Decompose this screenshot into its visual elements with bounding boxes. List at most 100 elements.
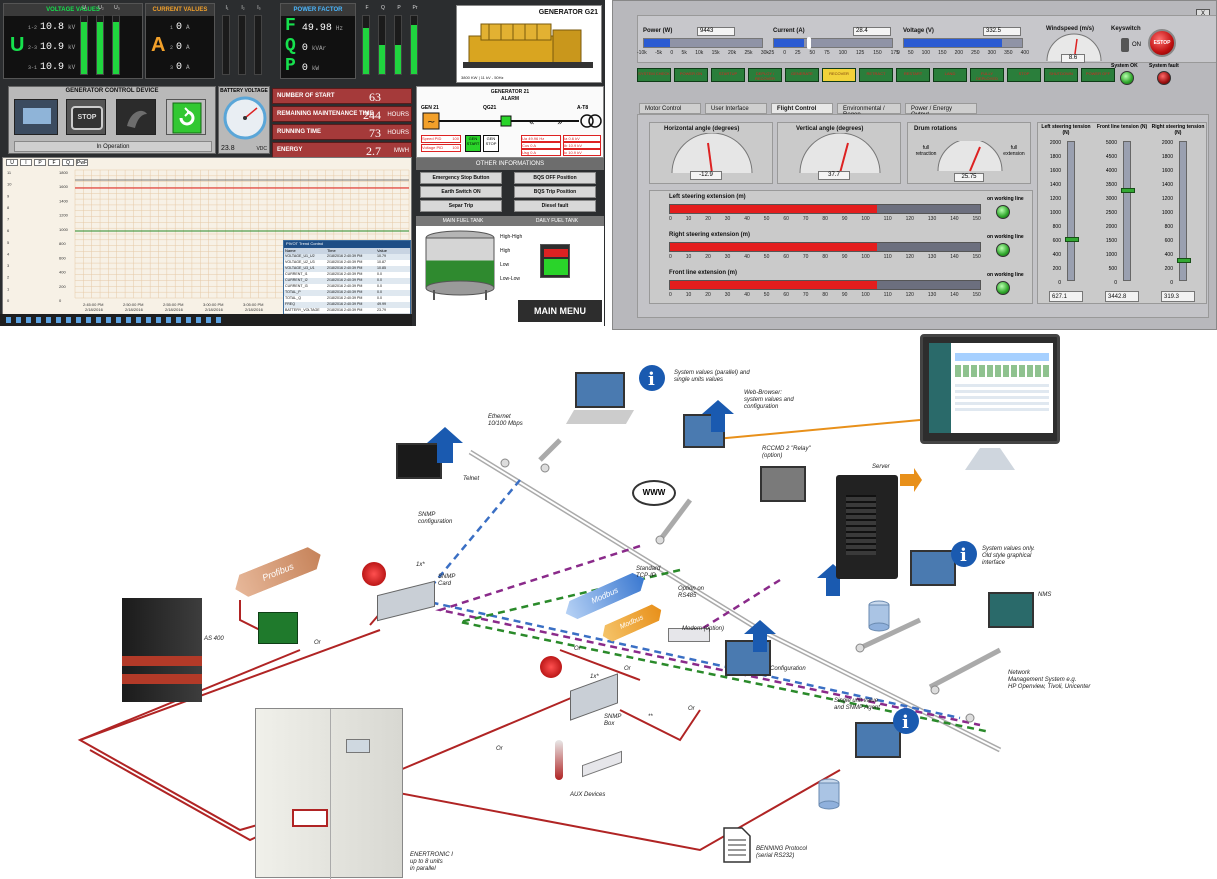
row-unit: A xyxy=(186,44,190,51)
tab[interactable]: User Interface xyxy=(705,103,767,114)
laptop-rccmd[interactable] xyxy=(760,466,806,502)
tension-tick: 4000 xyxy=(1105,168,1117,174)
gen-start-button[interactable]: GEN START xyxy=(465,135,481,152)
level-bar xyxy=(80,15,88,75)
info-label: NUMBER OF START xyxy=(277,93,335,99)
tension-tick: 400 xyxy=(1052,252,1061,258)
tension-slider-thumb[interactable] xyxy=(1065,236,1079,242)
tension-tick: 1500 xyxy=(1105,238,1117,244)
state-button[interactable]: SHUTDOWN xyxy=(1044,68,1078,82)
laptop-system-values[interactable] xyxy=(575,372,625,408)
state-button[interactable]: RESTART xyxy=(896,68,930,82)
value-row: 30A xyxy=(170,62,190,73)
status-indicator-button[interactable]: Separ Trip xyxy=(420,200,502,212)
tick-label: 80 xyxy=(822,254,828,260)
tick-label: 20k xyxy=(728,50,737,56)
tick-label: 150 xyxy=(972,216,981,222)
tab[interactable]: Environmental / Regen xyxy=(837,103,901,118)
voltage-pid-value: 100 xyxy=(452,145,459,150)
tension-slider[interactable] xyxy=(1121,141,1135,281)
tension-tick: 3000 xyxy=(1105,196,1117,202)
tension-slider-thumb[interactable] xyxy=(1177,257,1191,263)
label-nms: NMS xyxy=(1038,592,1052,598)
main-menu-button[interactable]: MAIN MENU xyxy=(518,300,602,322)
tension-slider[interactable] xyxy=(1177,141,1191,281)
state-button[interactable]: POWER ON xyxy=(674,68,708,82)
svg-text:»: » xyxy=(557,118,563,128)
estop-button[interactable]: ESTOP xyxy=(1148,29,1176,57)
state-button[interactable]: STOP xyxy=(1007,68,1041,82)
reset-button[interactable] xyxy=(166,99,206,135)
tab[interactable]: Flight Control xyxy=(771,103,833,114)
status-indicator-button[interactable]: Earth Switch ON xyxy=(420,186,502,198)
vertical-angle-value: 37.7 xyxy=(818,171,850,180)
label-network-mgmt: Network Management System e.g. HP Openvi… xyxy=(1008,670,1091,690)
tick-label: 10k xyxy=(695,50,704,56)
label-or-5: Or xyxy=(496,746,503,752)
value-row: 3-1 10.9 kV xyxy=(28,62,75,73)
tick-label: 150 xyxy=(972,254,981,260)
extension-status-label: on working line xyxy=(987,272,1024,278)
row-unit: kV xyxy=(68,44,76,51)
tick-label: 50 xyxy=(763,216,770,222)
tension-tick: 1800 xyxy=(1161,154,1173,160)
battery-gauge-icon xyxy=(223,96,267,140)
system-fault-label: System fault xyxy=(1149,63,1179,69)
tick-label: 50 xyxy=(763,292,770,298)
svg-text:i: i xyxy=(648,369,655,390)
control-device-title: GENERATOR CONTROL DEVICE xyxy=(65,88,159,94)
reading: Usg 0 A xyxy=(521,149,561,156)
start-engine-icon[interactable] xyxy=(116,99,156,135)
tank-level-label: Low xyxy=(500,262,510,268)
trend-toolbar-icons[interactable] xyxy=(6,317,226,323)
keyswitch-state: ON xyxy=(1132,42,1141,48)
current-ticks: -25 0 25 50 75 100 125 150 175 xyxy=(767,50,899,56)
voltage-bars: U₁ U₂ U₃ xyxy=(76,3,144,79)
state-button[interactable]: GENERATE xyxy=(785,68,819,82)
label-or-1: Or xyxy=(314,640,321,646)
current-pointer xyxy=(807,37,812,49)
y-tick-label: 600 xyxy=(59,255,66,260)
row-unit: A xyxy=(186,24,190,31)
status-indicator-button[interactable]: Emergency Stop Button xyxy=(420,172,502,184)
state-button[interactable]: RETRACT xyxy=(859,68,893,82)
level-bar xyxy=(378,15,386,75)
level-bar-fill xyxy=(81,21,87,74)
state-button[interactable]: DEPLOY / RECOVER xyxy=(748,68,782,82)
laptop-nms[interactable] xyxy=(988,592,1034,628)
tension-value: 319.3 xyxy=(1161,291,1195,302)
label-single-unit: Single unit value and SNMP Agent xyxy=(834,698,880,711)
status-indicator-button[interactable]: BQS Trip Position xyxy=(514,186,596,198)
bar-label: U₂ xyxy=(98,5,104,11)
battery-voltage-title: BATTERY VOLTAGE xyxy=(220,88,268,94)
vertical-angle-gauge xyxy=(799,133,881,174)
horizontal-angle-gauge xyxy=(671,133,753,174)
y-tick-label: 400 xyxy=(59,270,66,275)
info-value: 244 xyxy=(363,108,381,122)
info-label: RUNNING TIME xyxy=(277,129,321,135)
state-button[interactable]: STARTUP xyxy=(711,68,745,82)
tick-label: 50 xyxy=(907,50,914,56)
state-button[interactable]: POWER OFF xyxy=(1081,68,1115,82)
x-tick-label: 2/18/2016 xyxy=(165,307,184,312)
extension-label: Front line extension (m) xyxy=(669,270,738,276)
stop-button[interactable]: STOP xyxy=(66,99,106,135)
stop-button-label: STOP xyxy=(71,106,103,130)
server-tower xyxy=(836,475,898,579)
tab[interactable]: Power / Energy Output xyxy=(905,103,977,118)
state-button[interactable]: SYSTEM CHECK xyxy=(637,68,671,82)
tension-tick: 1400 xyxy=(1161,182,1173,188)
tension-slider-thumb[interactable] xyxy=(1121,187,1135,193)
status-indicator-button[interactable]: Diesel fault xyxy=(514,200,596,212)
keyswitch-toggle[interactable] xyxy=(1121,38,1129,52)
status-indicator-button[interactable]: BQS OFF Position xyxy=(514,172,596,184)
tab[interactable]: Motor Control xyxy=(639,103,701,114)
state-button[interactable]: RECOVER xyxy=(822,68,856,82)
state-button[interactable]: LAND xyxy=(933,68,967,82)
as400-computer xyxy=(122,598,202,702)
tension-slider[interactable] xyxy=(1065,141,1079,281)
state-button[interactable]: FULLY DEPLOYED xyxy=(970,68,1004,82)
gen-stop-button[interactable]: GEN STOP xyxy=(483,135,499,152)
y-tick-label: 200 xyxy=(59,284,66,289)
tick-label: 10 xyxy=(685,254,692,260)
